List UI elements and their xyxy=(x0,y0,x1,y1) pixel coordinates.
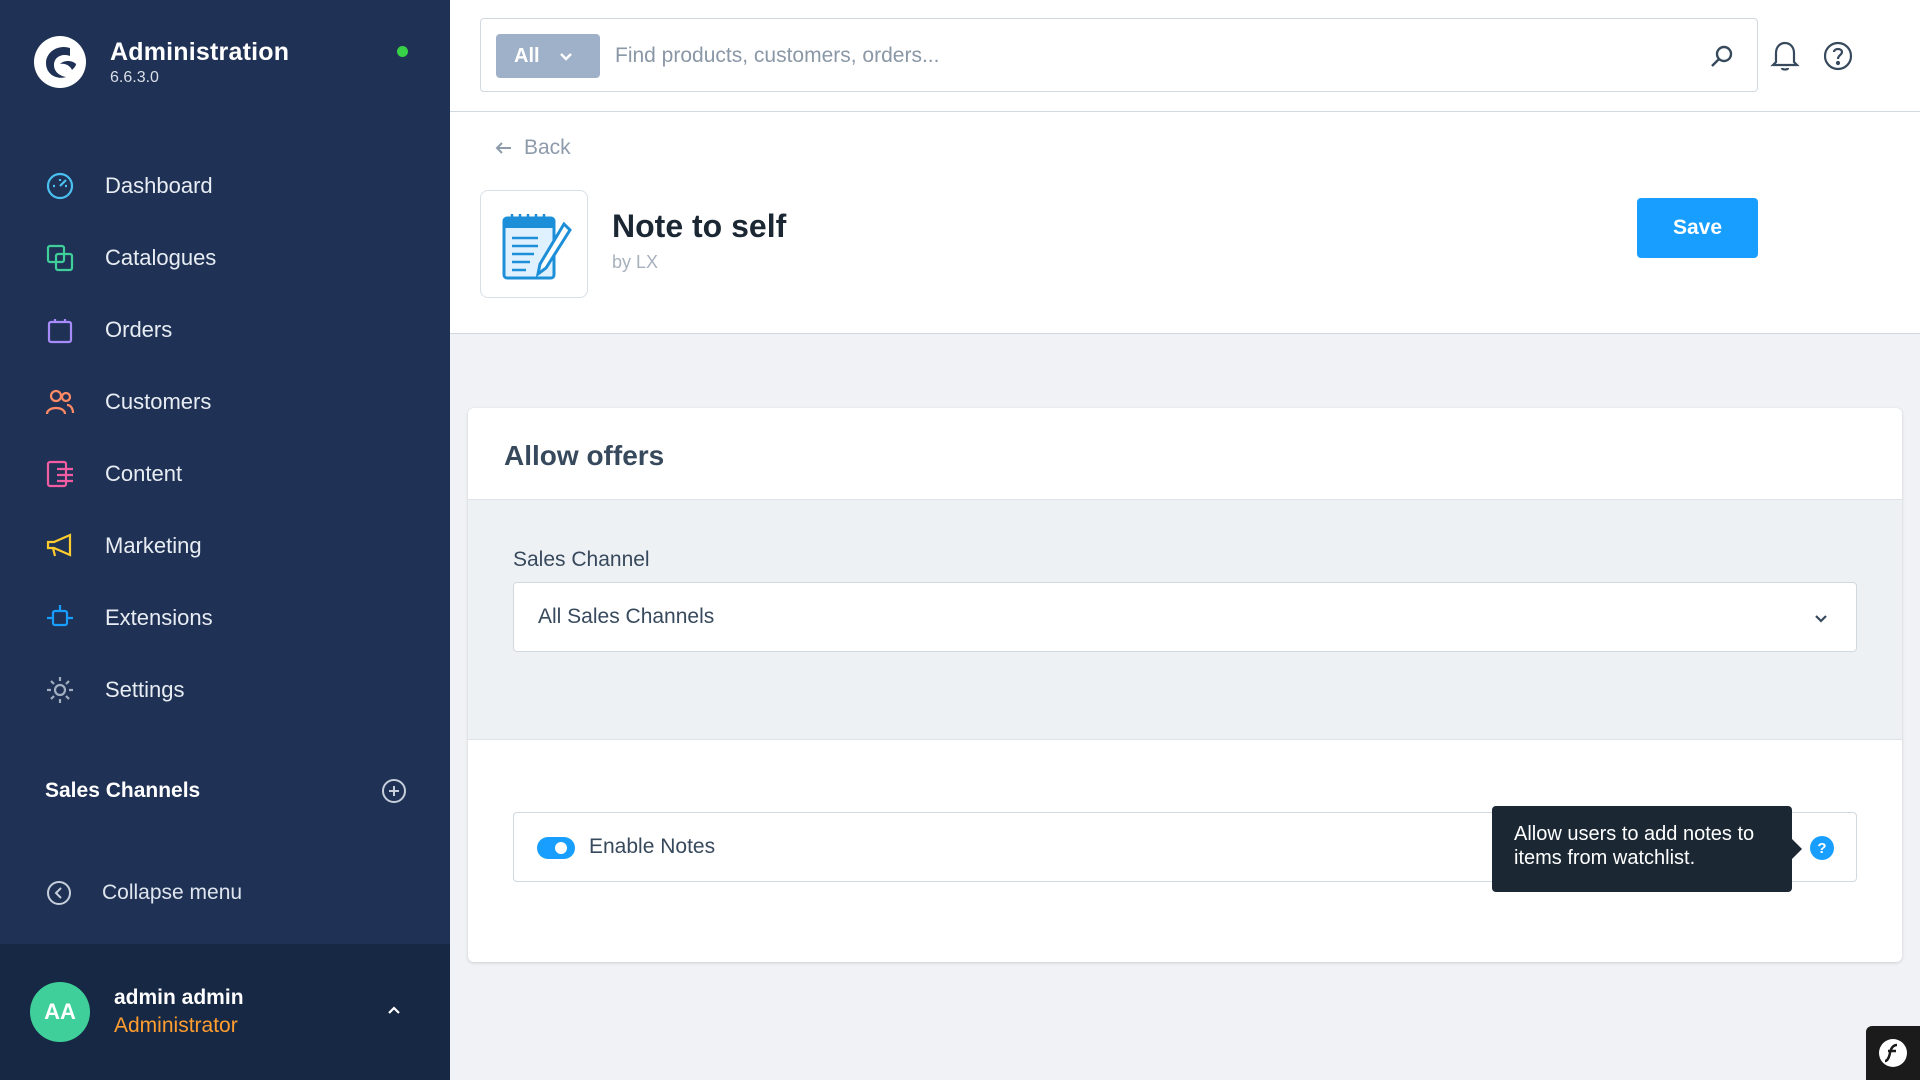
global-search: All xyxy=(480,18,1758,92)
sidebar-item-settings[interactable]: Settings xyxy=(0,654,450,726)
main-nav: Dashboard Catalogues Orders Customers Co… xyxy=(0,150,450,726)
sales-channel-label: Sales Channel xyxy=(513,548,650,571)
sidebar-item-label: Customers xyxy=(105,389,212,414)
sales-channels-section: Sales Channels xyxy=(45,778,407,804)
sidebar-item-extensions[interactable]: Extensions xyxy=(0,582,450,654)
user-name: admin admin xyxy=(114,986,244,1009)
sales-channel-value: All Sales Channels xyxy=(538,605,715,628)
sales-channel-select[interactable]: All Sales Channels xyxy=(513,582,1857,652)
extensions-icon xyxy=(44,602,76,634)
chevron-down-icon xyxy=(1815,615,1827,623)
brand: Administration 6.6.3.0 xyxy=(32,34,289,90)
page-header: Back Note to self by LX Save xyxy=(450,112,1920,334)
sales-channels-title: Sales Channels xyxy=(45,779,201,802)
extension-icon-box xyxy=(480,190,588,298)
enable-notes-toggle[interactable] xyxy=(537,837,575,859)
notepad-icon xyxy=(502,214,572,280)
collapse-menu-button[interactable]: Collapse menu xyxy=(46,880,242,906)
marketing-icon xyxy=(44,530,76,562)
sidebar-item-label: Dashboard xyxy=(105,173,213,198)
sidebar-item-label: Content xyxy=(105,461,183,486)
search-input[interactable] xyxy=(615,34,1675,78)
content-icon xyxy=(44,458,76,490)
avatar: AA xyxy=(30,982,90,1042)
settings-icon xyxy=(44,674,76,706)
sidebar-item-content[interactable]: Content xyxy=(0,438,450,510)
search-type-label: All xyxy=(514,44,540,67)
tooltip: Allow users to add notes to items from w… xyxy=(1492,806,1802,892)
arrow-left-icon xyxy=(495,142,511,154)
user-panel[interactable]: AA admin admin Administrator xyxy=(0,944,450,1080)
card-title: Allow offers xyxy=(504,440,665,471)
chevron-down-icon xyxy=(559,53,572,61)
extension-author: by LX xyxy=(612,252,659,272)
orders-icon xyxy=(44,314,76,346)
search-icon[interactable] xyxy=(1709,43,1735,69)
customers-icon xyxy=(44,386,76,418)
config-card: Allow offers Sales Channel All Sales Cha… xyxy=(468,408,1902,962)
page-title: Note to self xyxy=(612,208,787,244)
back-link[interactable]: Back xyxy=(494,136,571,160)
catalogues-icon xyxy=(44,242,76,274)
sidebar-item-catalogues[interactable]: Catalogues xyxy=(0,222,450,294)
sidebar-item-orders[interactable]: Orders xyxy=(0,294,450,366)
top-bar: All xyxy=(450,0,1920,112)
dashboard-icon xyxy=(44,170,76,202)
add-sales-channel-icon[interactable] xyxy=(381,778,407,804)
help-icon[interactable] xyxy=(1822,40,1854,72)
status-indicator xyxy=(397,46,408,57)
sidebar-item-label: Orders xyxy=(105,317,173,342)
collapse-menu-label: Collapse menu xyxy=(102,881,243,904)
sidebar-item-customers[interactable]: Customers xyxy=(0,366,450,438)
bell-icon[interactable] xyxy=(1768,38,1802,72)
back-label: Back xyxy=(524,136,571,159)
shopware-logo-icon xyxy=(34,36,86,88)
symfony-toolbar-button[interactable] xyxy=(1866,1026,1920,1080)
collapse-icon xyxy=(47,881,71,905)
sales-channel-section: Sales Channel All Sales Channels xyxy=(468,499,1902,740)
save-button[interactable]: Save xyxy=(1637,198,1758,258)
enable-notes-label: Enable Notes xyxy=(589,835,716,858)
user-role: Administrator xyxy=(114,1014,238,1037)
chevron-up-icon[interactable] xyxy=(384,1000,404,1020)
sidebar-item-label: Catalogues xyxy=(105,245,217,270)
symfony-icon xyxy=(1879,1039,1907,1067)
toggle-knob xyxy=(555,842,567,854)
sidebar: Administration 6.6.3.0 Dashboard Catalog… xyxy=(0,0,450,1080)
search-type-dropdown[interactable]: All xyxy=(496,34,600,78)
sidebar-item-marketing[interactable]: Marketing xyxy=(0,510,450,582)
sidebar-item-label: Marketing xyxy=(105,533,202,558)
help-badge-icon[interactable]: ? xyxy=(1810,836,1834,860)
sidebar-item-label: Settings xyxy=(105,677,185,702)
app-title: Administration xyxy=(110,37,290,66)
app-version: 6.6.3.0 xyxy=(110,68,159,86)
sidebar-item-dashboard[interactable]: Dashboard xyxy=(0,150,450,222)
sidebar-item-label: Extensions xyxy=(105,605,213,630)
